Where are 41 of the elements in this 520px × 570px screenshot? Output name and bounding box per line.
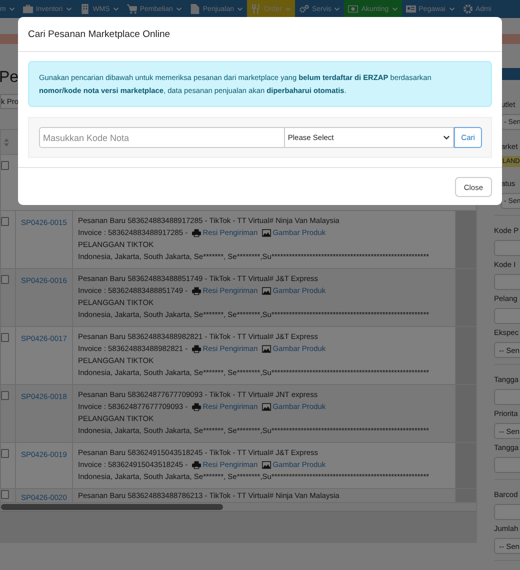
dialog-title: Cari Pesanan Marketplace Online	[28, 28, 170, 40]
chevron-down-icon	[392, 7, 398, 11]
chevron-down-icon	[448, 7, 454, 11]
chevron-down-icon	[334, 7, 340, 11]
row-checkbox[interactable]	[1, 490, 9, 499]
utensils-icon	[251, 4, 262, 14]
printer-icon	[192, 345, 201, 353]
document-icon	[190, 4, 200, 14]
cart-icon	[126, 4, 137, 14]
chevron-down-icon	[112, 7, 119, 11]
image-icon	[262, 345, 271, 353]
gears-icon	[298, 4, 309, 14]
chevron-down-icon	[443, 135, 450, 140]
building-icon	[80, 4, 90, 14]
image-icon	[262, 403, 271, 411]
select-all-checkbox[interactable]	[1, 161, 9, 170]
briefcase-icon	[22, 4, 33, 14]
chevron-down-icon	[66, 7, 72, 11]
gear-icon	[462, 4, 472, 14]
printer-icon	[192, 229, 201, 237]
row-checkbox[interactable]	[1, 275, 9, 284]
banknote-icon	[348, 4, 358, 14]
printer-icon	[192, 461, 201, 469]
image-icon	[262, 461, 271, 469]
image-icon	[262, 287, 271, 295]
row-checkbox[interactable]	[1, 391, 9, 400]
printer-icon	[192, 287, 201, 295]
horizontal-scrollbar[interactable]	[1, 502, 476, 511]
sort-icon	[4, 138, 9, 146]
chevron-down-icon	[237, 7, 244, 11]
row-checkbox[interactable]	[1, 449, 9, 458]
chevron-down-icon	[8, 7, 15, 11]
printer-icon	[192, 403, 201, 411]
order-code-input[interactable]: Masukkan Kode Nota	[39, 127, 285, 148]
id-card-icon	[406, 4, 416, 14]
row-checkbox[interactable]	[1, 333, 9, 342]
chevron-down-icon	[176, 7, 182, 11]
image-icon	[262, 229, 271, 237]
chevron-down-icon	[284, 7, 291, 11]
page-title: Pe	[0, 68, 19, 88]
row-checkbox[interactable]	[1, 217, 9, 226]
